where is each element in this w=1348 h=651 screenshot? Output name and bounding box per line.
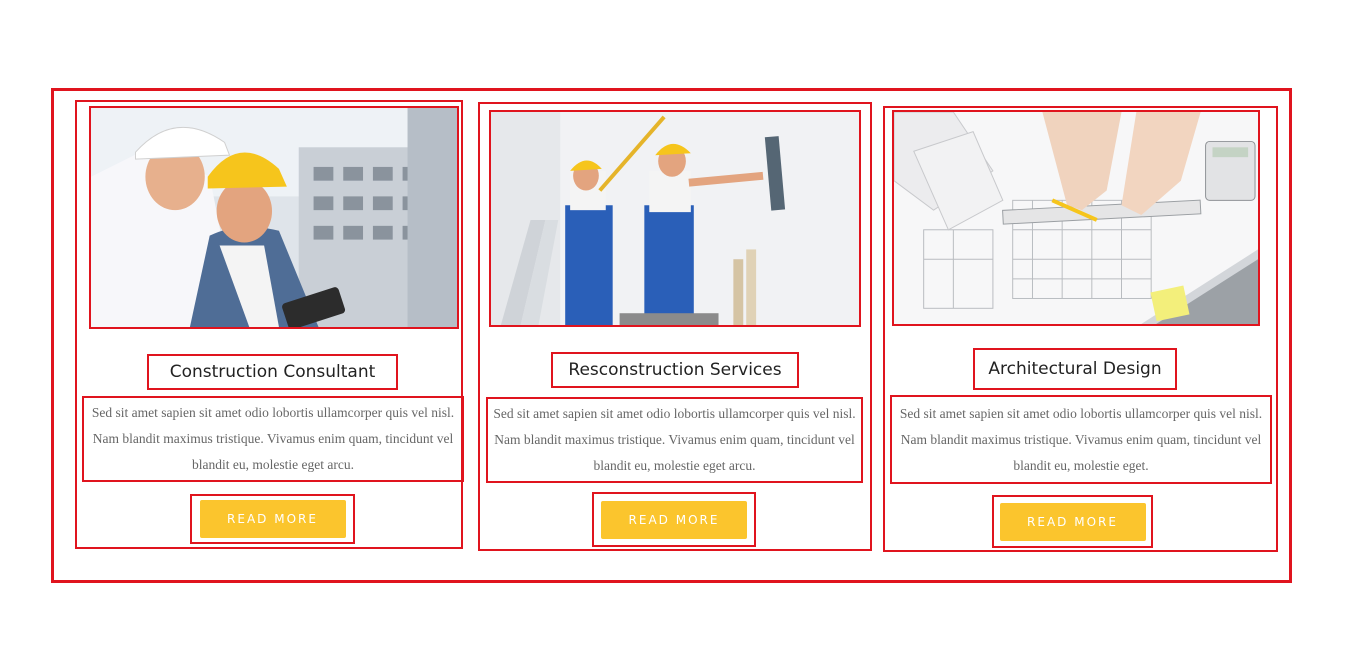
service-description: Sed sit amet sapien sit amet odio lobort… [890,395,1272,484]
service-image-construction-consultant [89,106,459,329]
service-title: Architectural Design [973,348,1177,390]
read-more-button[interactable]: READ MORE [199,500,346,538]
service-title: Resconstruction Services [551,352,799,388]
read-more-wrapper: READ MORE [592,492,756,547]
read-more-wrapper: READ MORE [992,495,1153,548]
service-image-architectural-design [892,110,1260,326]
service-image-reconstruction-services [489,110,861,327]
read-more-button[interactable]: READ MORE [999,502,1146,541]
service-title: Construction Consultant [147,354,398,390]
read-more-wrapper: READ MORE [190,494,355,544]
service-description: Sed sit amet sapien sit amet odio lobort… [82,396,464,482]
service-description: Sed sit amet sapien sit amet odio lobort… [486,397,863,483]
read-more-button[interactable]: READ MORE [601,500,747,539]
